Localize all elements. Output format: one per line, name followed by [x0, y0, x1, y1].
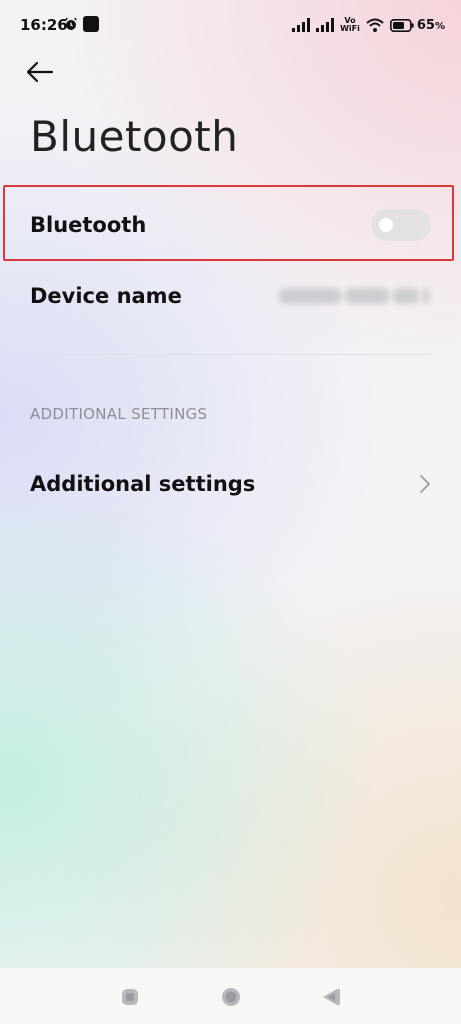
device-name-value-blurred — [279, 284, 431, 308]
status-bar: 16:26 Vo WiFi 65% — [0, 0, 461, 52]
vowifi-bottom-text: WiFi — [340, 24, 360, 33]
divider — [30, 354, 431, 355]
device-name-row[interactable]: Device name — [30, 276, 431, 316]
battery: 65% — [389, 17, 445, 33]
device-name-label: Device name — [30, 284, 182, 308]
home-button[interactable] — [220, 986, 242, 1008]
alarm-icon — [65, 17, 77, 30]
additional-settings-label: Additional settings — [30, 472, 256, 496]
bluetooth-row[interactable]: Bluetooth — [30, 205, 431, 245]
section-header-additional: ADDITIONAL SETTINGS — [30, 405, 208, 423]
battery-icon — [389, 18, 414, 32]
battery-unit: % — [434, 20, 445, 32]
signal-icon-2 — [316, 18, 335, 32]
back-nav-button[interactable] — [320, 986, 342, 1008]
bluetooth-label: Bluetooth — [30, 213, 147, 237]
chevron-right-icon — [420, 475, 430, 493]
toggle-knob — [379, 218, 393, 232]
back-button[interactable] — [26, 56, 66, 88]
navigation-bar — [0, 968, 461, 1024]
recent-apps-button[interactable] — [119, 986, 141, 1008]
wifi-icon — [366, 18, 384, 32]
notification-app-icon — [83, 16, 99, 32]
additional-settings-row[interactable]: Additional settings — [30, 464, 431, 504]
signal-icon — [292, 18, 311, 32]
status-time: 16:26 — [20, 16, 68, 34]
page-title: Bluetooth — [30, 112, 239, 161]
battery-percent: 65 — [416, 17, 435, 33]
bluetooth-toggle[interactable] — [371, 209, 431, 241]
vowifi-indicator: Vo WiFi — [340, 17, 360, 33]
back-arrow-icon — [26, 61, 54, 83]
